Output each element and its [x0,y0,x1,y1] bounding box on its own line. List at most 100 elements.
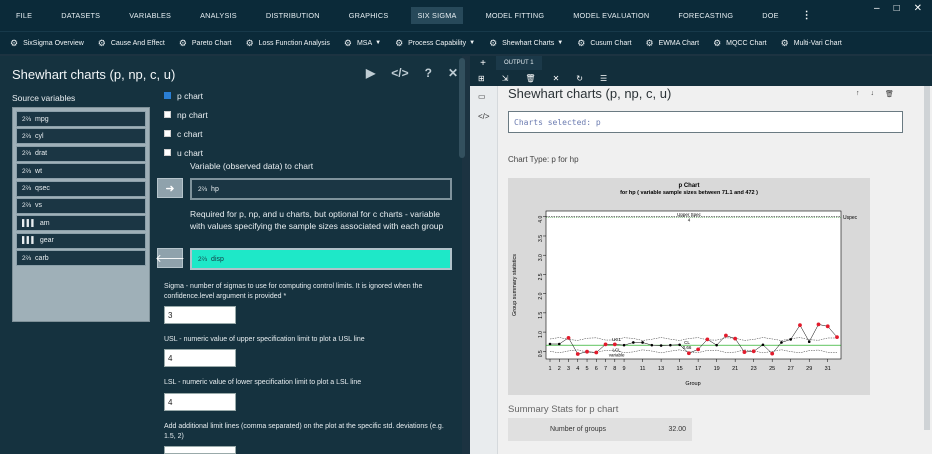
data-point [742,350,747,354]
variable-item-mpg[interactable]: 2⅔ mpg [16,111,146,127]
move-down-icon[interactable]: ↓ [871,90,875,98]
sample-size-target-value: disp [211,255,224,263]
variable-target-field[interactable]: 2⅔ hp [190,178,452,200]
gear-icon: ⚙ [395,37,404,48]
refresh-icon[interactable]: ↻ [576,74,583,83]
menu-item-doe[interactable]: DOE [756,7,784,24]
menu-item-datasets[interactable]: DATASETS [55,7,106,24]
scale-type-icon: 2⅔ [22,115,32,123]
toolbar-label: Multi-Vari Chart [793,39,842,47]
sigma-input[interactable]: 3 [164,306,236,324]
more-menu-icon[interactable]: ⋮ [802,10,812,21]
menu-item-model-fitting[interactable]: MODEL FITTING [480,7,551,24]
tab-output-1[interactable]: OUTPUT 1 [496,56,542,70]
code-icon[interactable]: </> [391,66,408,80]
arrow-right-icon: ➜ [165,182,175,195]
help-icon[interactable]: ? [425,66,432,80]
move-right-button[interactable]: ➜ [157,178,183,198]
variable-item-gear[interactable]: ▌▌▌ gear [16,232,146,249]
y-tick-label: 4.0 [538,216,544,223]
add-tab-icon[interactable]: + [470,58,496,69]
toolbar-cause-and-effect[interactable]: ⚙ Cause And Effect [98,38,165,49]
data-point [733,336,738,341]
output-tabbar: + OUTPUT 1 [470,56,932,70]
clear-icon[interactable]: ✕ [553,74,560,83]
toolbar-pareto-chart[interactable]: ⚙ Pareto Chart [179,38,232,49]
toggle-icon[interactable]: ▭ [478,92,486,101]
gear-icon: ⚙ [97,37,106,48]
y-tick-label: 0.5 [538,350,544,357]
toolbar-multi-vari-chart[interactable]: ⚙ Multi-Vari Chart [781,38,842,49]
plot-area [545,210,842,360]
chart-option-p-chart[interactable]: p chart [164,86,208,105]
window-controls: – □ ✕ [874,3,922,14]
toolbar-loss-function-analysis[interactable]: ⚙ Loss Function Analysis [246,38,330,49]
caret-down-icon: ▼ [375,40,382,46]
right-scrollbar[interactable] [924,86,930,430]
toolbar-mqcc-chart[interactable]: ⚙ MQCC Chart [713,38,767,49]
close-icon[interactable]: ✕ [448,66,458,80]
variable-item-am[interactable]: ▌▌▌ am [16,215,146,232]
source-variable-list[interactable]: 2⅔ mpg 2⅔ cyl 2⅔ drat 2⅔ wt 2⅔ qsec 2⅔ vs ▌▌▌ am ▌▌▌ ge… [12,107,150,322]
run-icon[interactable]: ▶ [366,66,375,80]
variable-item-qsec[interactable]: 2⅔ qsec [16,180,146,197]
variable-item-wt[interactable]: 2⅔ wt [16,163,146,180]
menu-item-model-evaluation[interactable]: MODEL EVALUATION [567,7,655,24]
data-point [696,347,701,352]
data-point [622,343,626,347]
export-icon[interactable]: ⇲ [502,74,509,83]
move-up-icon[interactable]: ↑ [856,90,860,98]
variable-item-cyl[interactable]: 2⅔ cyl [16,128,146,145]
list-icon[interactable]: ☰ [600,74,607,83]
sample-sizes-label: Required for p, np, and u charts, but op… [190,209,444,231]
additional-limits-input[interactable] [164,446,236,454]
usl-input[interactable]: 4 [164,349,236,367]
toolbar-cusum-chart[interactable]: ⚙ Cusum Chart [577,38,631,49]
toolbar-sixsigma-overview[interactable]: ⚙ SixSigma Overview [10,38,84,49]
toolbar-msa[interactable]: ⚙ MSA ▼ [344,38,381,49]
checkbox-label: np chart [177,109,208,120]
sample-size-target-field[interactable]: 2⅔ disp [190,248,452,270]
menu-item-forecasting[interactable]: FORECASTING [672,7,739,24]
scale-type-icon: 2⅔ [198,185,208,193]
checkbox[interactable] [164,92,171,99]
checkbox[interactable] [164,149,171,156]
checkbox[interactable] [164,111,171,118]
left-scrollbar[interactable] [459,58,465,158]
x-tick-label: 15 [677,366,683,372]
maximize-icon[interactable]: □ [894,3,900,14]
summary-header: Summary Stats for p chart [508,404,619,415]
summary-key: Number of groups [549,426,606,433]
chart-option-c-chart[interactable]: c chart [164,124,208,143]
chart-option-np-chart[interactable]: np chart [164,105,208,124]
toolbar-ewma-chart[interactable]: ⚙ EWMA Chart [646,38,700,49]
x-tick-label: 21 [732,366,738,372]
menu-item-distribution[interactable]: DISTRIBUTION [260,7,326,24]
code-view-icon[interactable]: </> [478,112,490,121]
data-point [632,341,635,344]
y-tick-label: 3.0 [538,254,544,261]
menu-item-file[interactable]: FILE [10,7,38,24]
trash-icon[interactable]: 🗑 [525,74,535,83]
data-point [575,352,580,356]
variable-item-carb[interactable]: 2⅔ carb [16,250,146,267]
x-tick-label: 19 [714,366,720,372]
close-window-icon[interactable]: ✕ [914,3,922,14]
menu-item-six-sigma[interactable]: SIX SIGMA [411,7,463,24]
variable-item-drat[interactable]: 2⅔ drat [16,145,146,162]
menu-item-analysis[interactable]: ANALYSIS [194,7,243,24]
minimize-icon[interactable]: – [874,3,880,14]
x-tick-label: 9 [623,366,626,372]
toolbar-process-capability[interactable]: ⚙ Process Capability ▼ [395,38,475,49]
move-left-button[interactable]: 🡐 [155,248,185,268]
x-tick-label: 5 [586,366,589,372]
toolbar-label: Loss Function Analysis [258,39,330,47]
variable-item-vs[interactable]: 2⅔ vs [16,197,146,214]
lsl-input[interactable]: 4 [164,393,236,411]
toolbar-shewhart-charts[interactable]: ⚙ Shewhart Charts ▼ [489,38,563,49]
add-icon[interactable]: ⊞ [478,74,485,83]
delete-icon[interactable]: 🗑 [885,90,894,98]
menu-item-graphics[interactable]: GRAPHICS [343,7,395,24]
menu-item-variables[interactable]: VARIABLES [123,7,177,24]
checkbox[interactable] [164,130,171,137]
